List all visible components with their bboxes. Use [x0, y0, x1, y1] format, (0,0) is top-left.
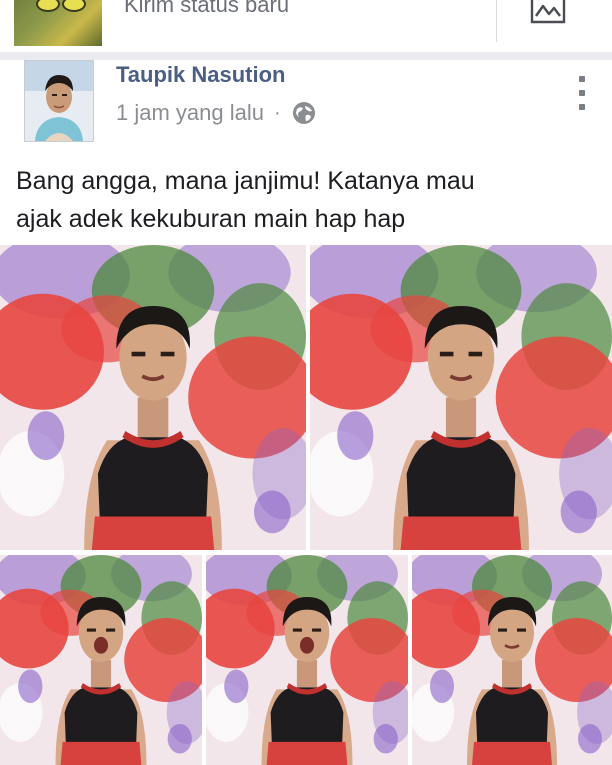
- photo-icon[interactable]: [528, 0, 568, 26]
- post-text-line-1: Bang angga, mana janjimu! Katanya mau: [16, 167, 475, 195]
- composer-avatar: [14, 0, 102, 46]
- author-avatar[interactable]: [24, 60, 94, 142]
- meta-separator: ·: [273, 101, 281, 124]
- post-author-name[interactable]: Taupik Nasution: [116, 62, 286, 88]
- status-composer[interactable]: Kirim status baru: [0, 0, 612, 53]
- composer-placeholder[interactable]: Kirim status baru: [124, 0, 289, 18]
- post-timestamp[interactable]: 1 jam yang lalu: [116, 100, 264, 126]
- post-photo-3[interactable]: [0, 555, 202, 765]
- post-photo-5[interactable]: [412, 555, 612, 765]
- globe-icon: [292, 102, 315, 124]
- post-photo-1[interactable]: [0, 245, 306, 550]
- composer-divider: [496, 0, 497, 42]
- post-photo-4[interactable]: [206, 555, 408, 765]
- post-text: Bang angga, mana janjimu! Katanya mau aj…: [16, 162, 596, 238]
- post-meta: 1 jam yang lalu ·: [116, 100, 317, 126]
- post-photo-2[interactable]: [310, 245, 612, 550]
- more-options-icon[interactable]: [574, 76, 590, 110]
- feed-separator: [0, 52, 612, 60]
- post-text-line-2: ajak adek kekuburan main hap hap: [16, 205, 406, 233]
